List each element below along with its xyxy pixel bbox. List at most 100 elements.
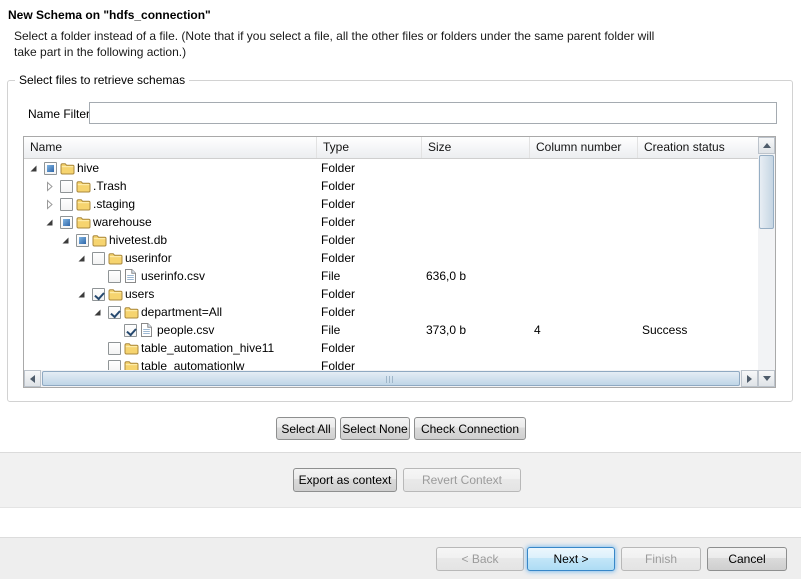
- name-cell: hivetest.db: [24, 232, 317, 249]
- type-cell: Folder: [317, 232, 422, 249]
- tree-indent: [28, 240, 60, 241]
- folder-icon: [124, 306, 141, 319]
- type-cell: Folder: [317, 340, 422, 357]
- tree-indent: [28, 186, 44, 187]
- column-header-type[interactable]: Type: [317, 137, 422, 158]
- dialog-title: New Schema on "hdfs_connection": [8, 8, 211, 22]
- table-row[interactable]: userinforFolder: [24, 249, 758, 267]
- row-checkbox[interactable]: [92, 252, 105, 265]
- row-checkbox[interactable]: [92, 288, 105, 301]
- file-icon: [140, 323, 157, 337]
- tree-indent: [28, 276, 92, 277]
- horizontal-scrollbar[interactable]: [24, 370, 758, 387]
- name-cell: .staging: [24, 196, 317, 213]
- table-body: hiveFolder.TrashFolder.stagingFolderware…: [24, 159, 758, 370]
- row-checkbox[interactable]: [124, 324, 137, 337]
- column-header-creation-status[interactable]: Creation status: [638, 137, 758, 158]
- row-name-label: userinfo.csv: [141, 268, 205, 285]
- collapse-arrow-icon[interactable]: [28, 163, 44, 174]
- column-number-cell: 4: [530, 322, 638, 339]
- dialog-description: Select a folder instead of a file. (Note…: [14, 28, 654, 60]
- next-button[interactable]: Next >: [527, 547, 615, 571]
- folder-icon: [76, 180, 93, 193]
- row-checkbox[interactable]: [108, 270, 121, 283]
- folder-icon: [76, 198, 93, 211]
- scroll-down-button[interactable]: [758, 370, 775, 387]
- folder-icon: [124, 342, 141, 355]
- revert-context-button[interactable]: Revert Context: [403, 468, 521, 492]
- table-row[interactable]: warehouseFolder: [24, 213, 758, 231]
- collapse-arrow-icon[interactable]: [76, 253, 92, 264]
- tree-indent: [28, 222, 44, 223]
- row-name-label: .staging: [93, 196, 135, 213]
- column-header-name[interactable]: Name: [24, 137, 317, 158]
- name-cell: .Trash: [24, 178, 317, 195]
- row-name-label: hivetest.db: [109, 232, 167, 249]
- table-row[interactable]: hivetest.db Folder: [24, 231, 758, 249]
- folder-icon: [60, 162, 77, 175]
- cancel-button[interactable]: Cancel: [707, 547, 787, 571]
- table-row[interactable]: .Trash Folder: [24, 177, 758, 195]
- scroll-up-button[interactable]: [758, 137, 775, 154]
- column-header-column-number[interactable]: Column number: [530, 137, 638, 158]
- row-name-label: userinfor: [125, 250, 172, 267]
- row-checkbox[interactable]: [76, 234, 89, 247]
- name-cell: department=All: [24, 304, 317, 321]
- vertical-scrollbar[interactable]: [758, 137, 775, 387]
- expand-arrow-icon[interactable]: [44, 199, 60, 210]
- row-name-label: department=All: [141, 304, 222, 321]
- collapse-arrow-icon[interactable]: [44, 217, 60, 228]
- vertical-scroll-thumb[interactable]: [759, 155, 774, 229]
- row-checkbox[interactable]: [108, 306, 121, 319]
- table-row[interactable]: people.csvFile373,0 b4Success: [24, 321, 758, 339]
- row-checkbox[interactable]: [60, 198, 73, 211]
- row-checkbox[interactable]: [60, 216, 73, 229]
- back-button[interactable]: < Back: [436, 547, 524, 571]
- finish-button[interactable]: Finish: [621, 547, 701, 571]
- select-none-button[interactable]: Select None: [340, 417, 410, 440]
- table-row[interactable]: usersFolder: [24, 285, 758, 303]
- row-checkbox[interactable]: [108, 360, 121, 371]
- row-checkbox[interactable]: [44, 162, 57, 175]
- table-row[interactable]: .stagingFolder: [24, 195, 758, 213]
- check-connection-button[interactable]: Check Connection: [414, 417, 526, 440]
- scroll-up-icon: [763, 143, 771, 148]
- collapse-arrow-icon[interactable]: [92, 307, 108, 318]
- tree-indent: [28, 330, 108, 331]
- table-row[interactable]: userinfo.csvFile636,0 b: [24, 267, 758, 285]
- type-cell: Folder: [317, 160, 422, 177]
- collapse-arrow-icon[interactable]: [60, 235, 76, 246]
- description-line-2: take part in the following action.): [14, 44, 654, 60]
- type-cell: Folder: [317, 304, 422, 321]
- column-header-size[interactable]: Size: [422, 137, 530, 158]
- export-as-context-button[interactable]: Export as context: [293, 468, 397, 492]
- row-name-label: people.csv: [157, 322, 214, 339]
- select-all-button[interactable]: Select All: [276, 417, 336, 440]
- scroll-right-button[interactable]: [741, 370, 758, 387]
- name-filter-input[interactable]: [89, 102, 777, 124]
- table-row[interactable]: department=All Folder: [24, 303, 758, 321]
- type-cell: Folder: [317, 178, 422, 195]
- tree-indent: [28, 348, 92, 349]
- folder-icon: [76, 216, 93, 229]
- type-cell: File: [317, 322, 422, 339]
- horizontal-scroll-thumb[interactable]: [42, 371, 740, 386]
- context-band: [0, 452, 801, 508]
- scroll-left-button[interactable]: [24, 370, 41, 387]
- table-row[interactable]: table_automationlwFolder: [24, 357, 758, 370]
- name-cell: table_automation_hive11: [24, 340, 317, 357]
- scroll-down-icon: [763, 376, 771, 381]
- row-name-label: .Trash: [93, 178, 127, 195]
- row-checkbox[interactable]: [108, 342, 121, 355]
- table-row[interactable]: table_automation_hive11Folder: [24, 339, 758, 357]
- name-cell: hive: [24, 160, 317, 177]
- name-filter-label: Name Filter:: [28, 107, 93, 121]
- table-row[interactable]: hiveFolder: [24, 159, 758, 177]
- expand-arrow-icon[interactable]: [44, 181, 60, 192]
- collapse-arrow-icon[interactable]: [76, 289, 92, 300]
- row-checkbox[interactable]: [60, 180, 73, 193]
- type-cell: File: [317, 268, 422, 285]
- type-cell: Folder: [317, 358, 422, 371]
- description-line-1: Select a folder instead of a file. (Note…: [14, 28, 654, 44]
- name-cell: userinfo.csv: [24, 268, 317, 285]
